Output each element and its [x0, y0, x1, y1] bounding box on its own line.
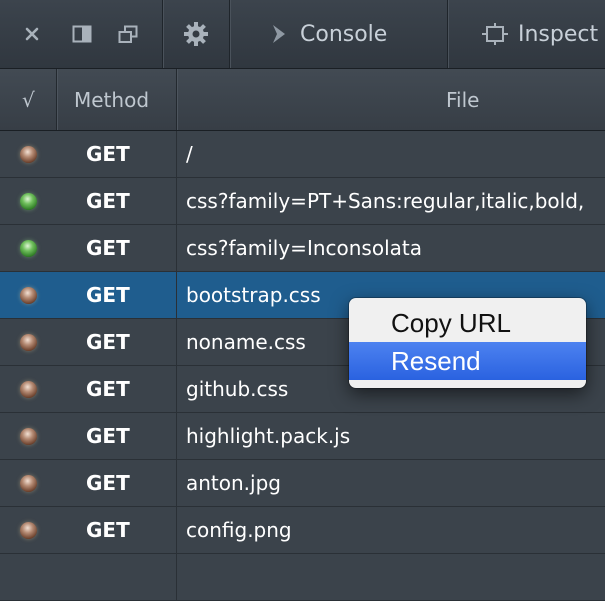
table-row-empty: [0, 554, 605, 601]
dock-side-button[interactable]: [62, 0, 102, 68]
column-divider: [176, 225, 177, 271]
close-button[interactable]: [12, 0, 52, 68]
table-row[interactable]: GET /: [0, 131, 605, 178]
status-indicator-icon: [20, 287, 37, 304]
table-row[interactable]: GET css?family=Inconsolata: [0, 225, 605, 272]
request-file: css?family=Inconsolata: [186, 236, 422, 260]
dock-side-icon: [72, 25, 92, 43]
table-header: √ Method File: [0, 69, 605, 131]
file-column-header[interactable]: File: [446, 69, 479, 130]
request-file: bootstrap.css: [186, 283, 321, 307]
status-indicator-icon: [20, 240, 37, 257]
request-method: GET: [86, 377, 130, 401]
context-menu: Copy URL Resend: [349, 298, 586, 388]
request-method: GET: [86, 471, 130, 495]
table-row[interactable]: GET config.png: [0, 507, 605, 554]
request-method: GET: [86, 236, 130, 260]
status-indicator-icon: [20, 522, 37, 539]
menu-item-resend[interactable]: Resend: [349, 342, 586, 380]
toolbar-divider: [229, 0, 230, 68]
tab-console[interactable]: Console: [268, 0, 418, 68]
request-method: GET: [86, 189, 130, 213]
status-indicator-icon: [20, 193, 37, 210]
table-row[interactable]: GET anton.jpg: [0, 460, 605, 507]
status-indicator-icon: [20, 381, 37, 398]
tab-console-label: Console: [300, 21, 388, 47]
request-file: anton.jpg: [186, 471, 281, 495]
request-file: highlight.pack.js: [186, 424, 351, 448]
devtools-toolbar: Console Inspect: [0, 0, 605, 69]
status-indicator-icon: [20, 146, 37, 163]
menu-item-copy-url[interactable]: Copy URL: [349, 304, 586, 342]
undock-button[interactable]: [108, 0, 148, 68]
inspector-icon: [482, 23, 508, 45]
table-row[interactable]: GET highlight.pack.js: [0, 413, 605, 460]
request-method: GET: [86, 283, 130, 307]
request-method: GET: [86, 518, 130, 542]
table-row[interactable]: GET css?family=PT+Sans:regular,italic,bo…: [0, 178, 605, 225]
close-icon: [25, 27, 39, 41]
method-column-header[interactable]: Method: [74, 69, 149, 130]
column-divider: [56, 69, 57, 130]
request-method: GET: [86, 330, 130, 354]
toolbar-divider: [162, 0, 163, 68]
column-divider: [176, 69, 177, 130]
status-indicator-icon: [20, 475, 37, 492]
request-file: noname.css: [186, 330, 306, 354]
column-divider: [176, 413, 177, 459]
column-divider: [176, 131, 177, 177]
status-column-header[interactable]: √: [22, 69, 42, 130]
column-divider: [176, 460, 177, 506]
request-file: config.png: [186, 518, 292, 542]
status-indicator-icon: [20, 334, 37, 351]
settings-button[interactable]: [172, 0, 220, 68]
column-divider: [176, 272, 177, 318]
toolbar-divider: [447, 0, 448, 68]
column-divider: [176, 366, 177, 412]
request-file: css?family=PT+Sans:regular,italic,bold,: [186, 189, 585, 213]
request-file: /: [186, 142, 193, 166]
column-divider: [176, 554, 177, 600]
gear-icon: [184, 22, 208, 46]
column-divider: [176, 507, 177, 553]
undock-icon: [118, 25, 138, 43]
column-divider: [176, 319, 177, 365]
request-method: GET: [86, 142, 130, 166]
request-method: GET: [86, 424, 130, 448]
console-chevron-icon: [273, 25, 285, 43]
status-indicator-icon: [20, 428, 37, 445]
column-divider: [176, 178, 177, 224]
tab-inspector-label: Inspect: [518, 21, 599, 47]
request-file: github.css: [186, 377, 289, 401]
tab-inspector[interactable]: Inspect: [482, 0, 605, 68]
